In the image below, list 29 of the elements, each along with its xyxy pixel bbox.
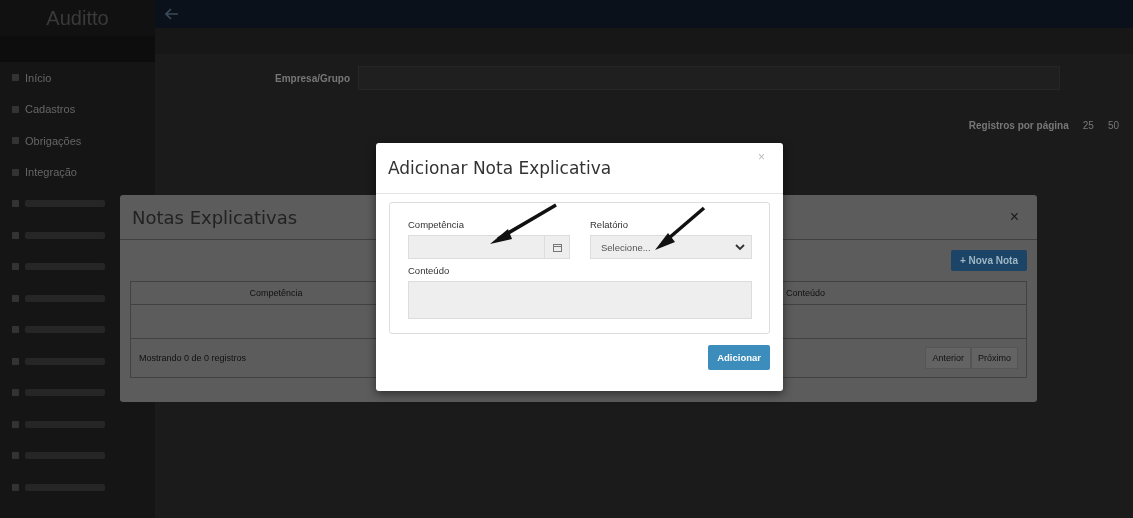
close-button[interactable]: × xyxy=(752,149,771,165)
sidebar-item[interactable]: Obrigações xyxy=(0,125,155,157)
field-label: Relatório xyxy=(590,219,630,230)
field-label: Registros por página xyxy=(968,120,1069,131)
sidebar-item[interactable]: Início xyxy=(0,62,155,94)
calendar-icon xyxy=(552,242,562,252)
pager-button[interactable]: Anterior xyxy=(925,347,971,369)
add-button[interactable]: Adicionar xyxy=(708,345,770,370)
field-label: Conteúdo xyxy=(408,265,451,276)
chevron-down-icon xyxy=(735,243,745,251)
page-size-option[interactable]: 50 xyxy=(1107,120,1119,131)
back-arrow-icon[interactable] xyxy=(165,8,179,20)
column-header: Conteúdo xyxy=(786,288,827,298)
report-select[interactable]: Selecione... xyxy=(590,235,752,259)
date-field[interactable] xyxy=(408,235,570,259)
field-label: Competência xyxy=(408,219,465,230)
pager-button[interactable]: Próximo xyxy=(971,347,1018,369)
modal-title: Notas Explicativas xyxy=(132,206,298,228)
record-count: Mostrando 0 de 0 registros xyxy=(139,353,247,363)
sidebar-item[interactable]: Integração xyxy=(0,156,155,188)
annotation-arrow xyxy=(488,203,558,245)
field-label: Empresa/Grupo xyxy=(275,72,351,84)
column-header: Competência xyxy=(248,288,304,298)
close-button[interactable]: × xyxy=(1003,207,1025,227)
annotation-arrow xyxy=(654,206,706,251)
new-note-button[interactable]: + Nova Nota xyxy=(950,250,1027,271)
modal-title: Adicionar Nota Explicativa xyxy=(388,158,612,178)
page-size-option[interactable]: 25 xyxy=(1082,120,1094,131)
sidebar-item[interactable]: Cadastros xyxy=(0,93,155,125)
